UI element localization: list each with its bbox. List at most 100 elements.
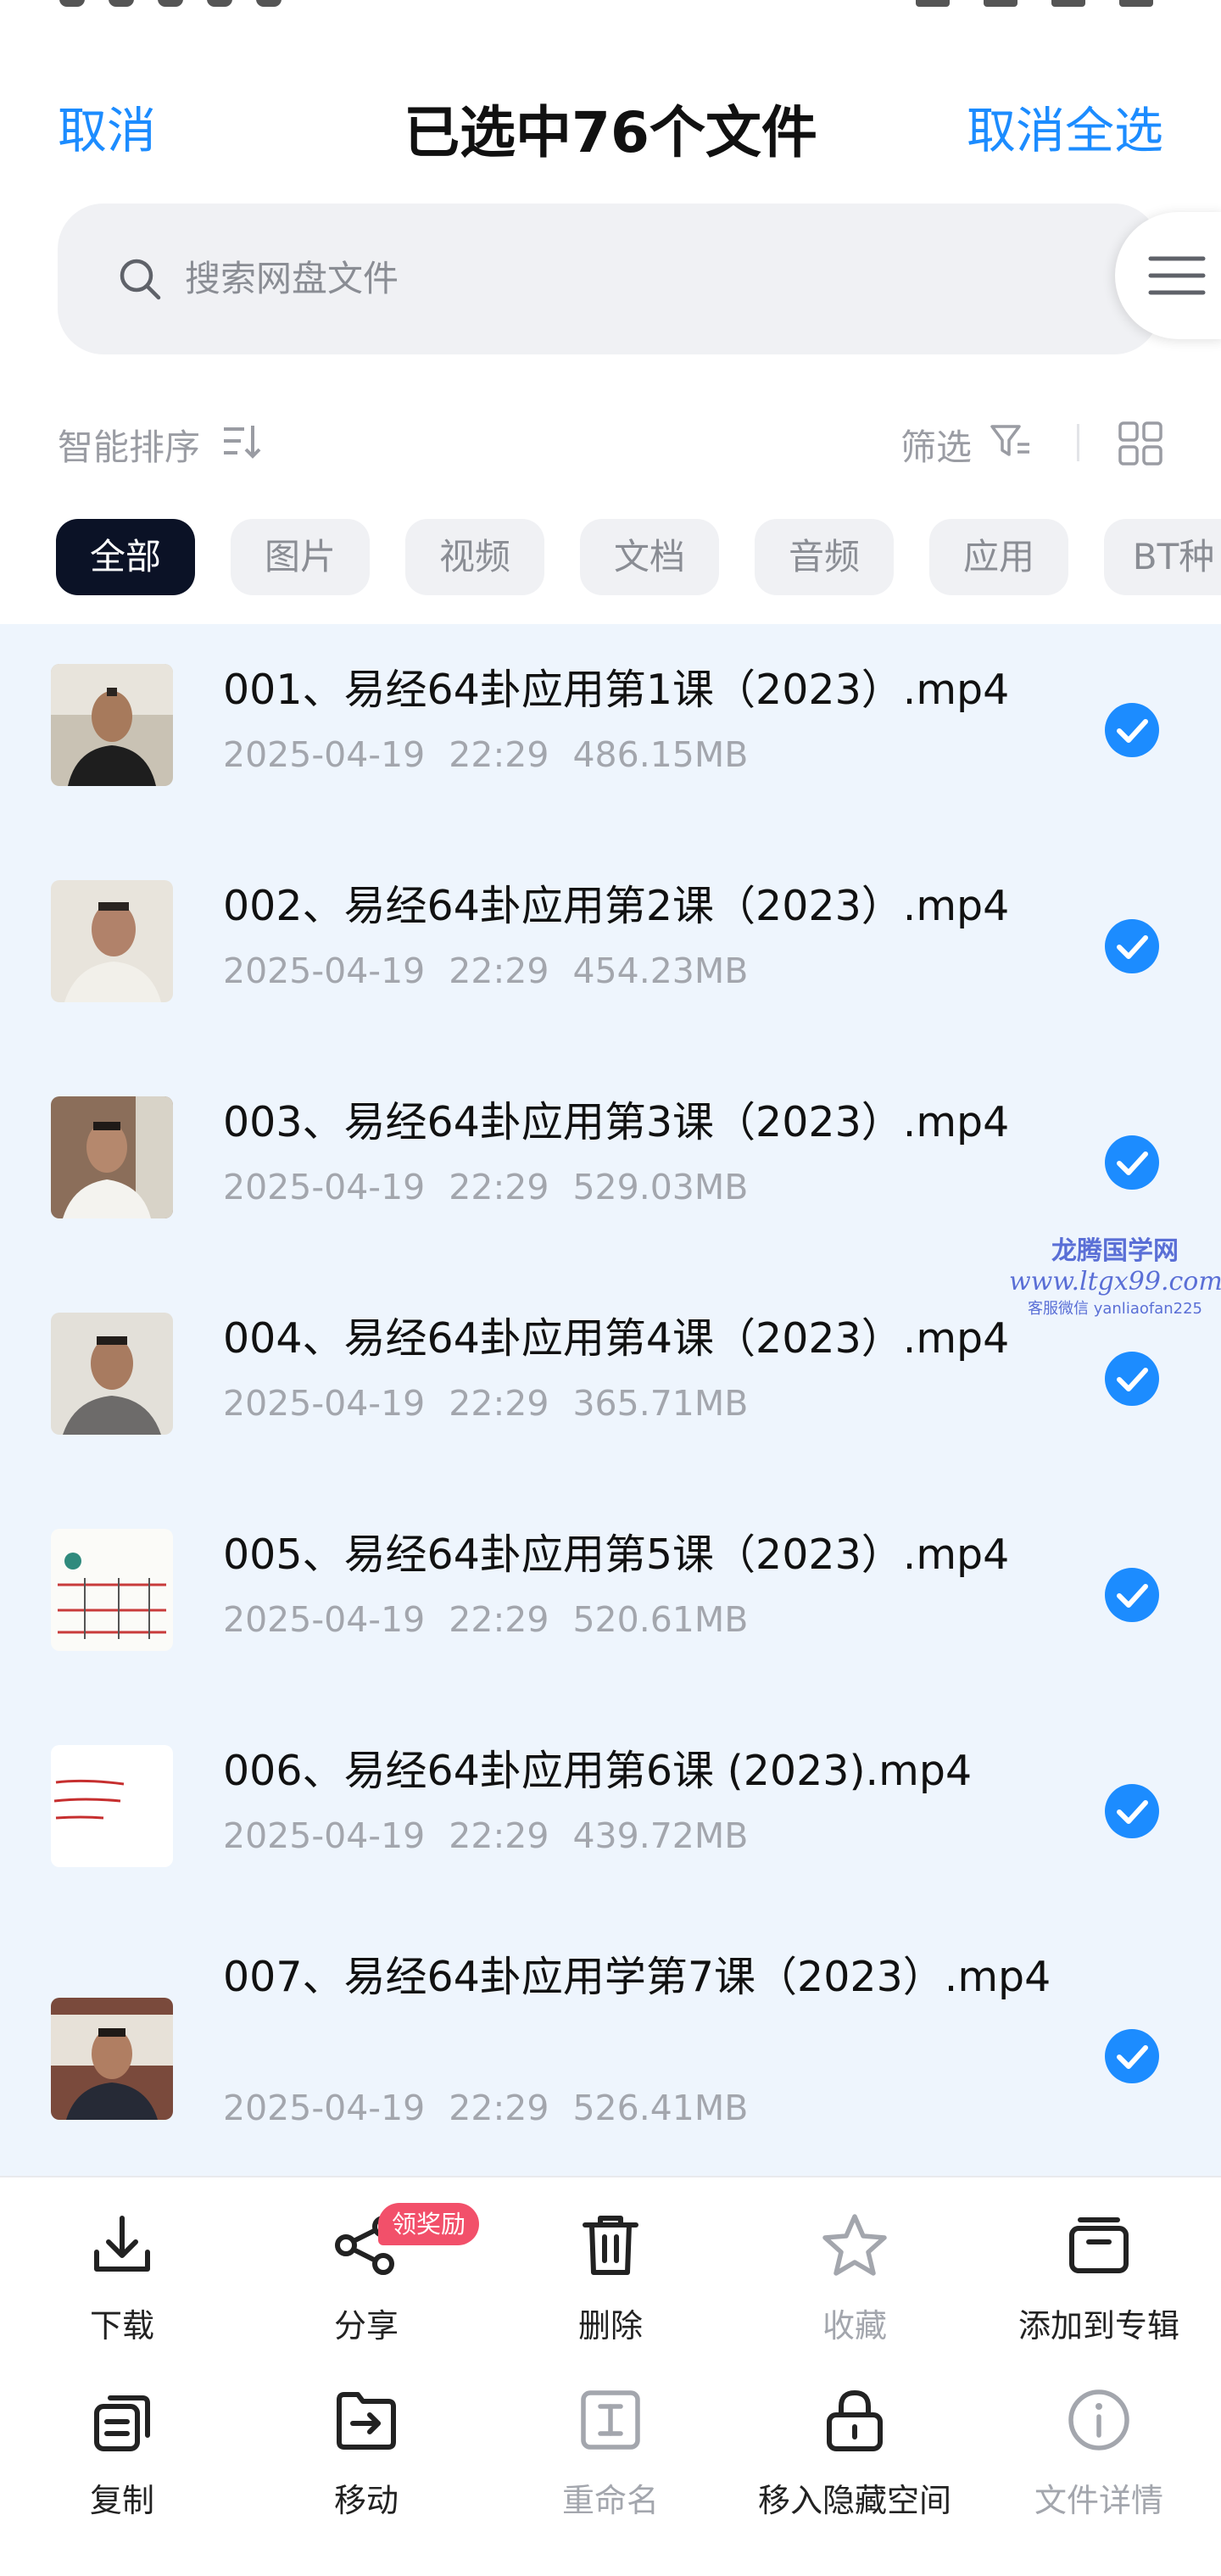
video-thumbnail — [51, 1745, 173, 1867]
file-date: 2025-04-19 — [223, 1383, 426, 1424]
search-bar — [58, 204, 1160, 354]
search-input[interactable] — [185, 248, 948, 309]
file-name: 001、易经64卦应用第1课（2023）.mp4 — [223, 666, 1010, 714]
file-details-label: 文件详情 — [1034, 2482, 1163, 2519]
search-icon — [120, 259, 161, 300]
copy-button[interactable]: 复制 — [0, 2379, 244, 2521]
file-date: 2025-04-19 — [223, 1167, 426, 1207]
reward-badge: 领奖励 — [378, 2203, 480, 2245]
checkbox-checked-icon[interactable] — [1104, 1783, 1160, 1839]
trash-icon — [583, 2216, 638, 2275]
divider — [1077, 424, 1079, 461]
checkbox-checked-icon[interactable] — [1104, 918, 1160, 974]
file-time: 22:29 — [449, 1599, 549, 1640]
copy-icon — [94, 2395, 150, 2451]
file-name: 007、易经64卦应用学第7课（2023）.mp4 — [223, 1953, 1051, 2001]
file-time: 22:29 — [449, 1383, 549, 1424]
watermark: 龙腾国学网 www.ltgx99.com 客服微信 yanliaofan225 — [1009, 1229, 1221, 1319]
file-date: 2025-04-19 — [223, 2088, 426, 2128]
filter-button[interactable]: 筛选 — [900, 419, 972, 471]
tab-bt[interactable]: BT种 — [1104, 519, 1221, 595]
file-time: 22:29 — [449, 1815, 549, 1856]
sort-filter-row: 智能排序 筛选 — [0, 407, 1221, 475]
file-meta: 2025-04-19 22:29 486.15MB — [223, 734, 772, 775]
status-icons-right — [890, 0, 1153, 8]
move-to-hidden-label: 移入隐藏空间 — [757, 2482, 951, 2519]
list-item[interactable]: 007、易经64卦应用学第7课（2023）.mp4 2025-04-19 22:2… — [0, 1921, 1221, 2176]
status-bar — [0, 0, 1221, 25]
rename-button[interactable]: 重命名 — [488, 2379, 733, 2521]
file-meta: 2025-04-19 22:29 526.41MB — [223, 2088, 772, 2128]
category-tabs: 全部 图片 视频 文档 音频 应用 BT种 — [56, 519, 1221, 595]
file-size: 454.23MB — [572, 951, 749, 991]
tab-images[interactable]: 图片 — [231, 519, 370, 595]
lock-icon — [827, 2389, 883, 2451]
file-size: 520.61MB — [572, 1599, 749, 1640]
file-size: 526.41MB — [572, 2088, 749, 2128]
file-details-button[interactable]: 文件详情 — [977, 2379, 1221, 2521]
rename-icon — [581, 2390, 640, 2450]
file-time: 22:29 — [449, 951, 549, 991]
file-name: 005、易经64卦应用第5课（2023）.mp4 — [223, 1531, 1010, 1579]
file-meta: 2025-04-19 22:29 454.23MB — [223, 951, 772, 991]
file-name: 003、易经64卦应用第3课（2023）.mp4 — [223, 1098, 1010, 1146]
video-thumbnail — [51, 1529, 173, 1651]
checkbox-checked-icon[interactable] — [1104, 1567, 1160, 1623]
file-time: 22:29 — [449, 734, 549, 775]
checkbox-checked-icon[interactable] — [1104, 2028, 1160, 2084]
delete-button[interactable]: 删除 — [488, 2205, 733, 2346]
file-name: 002、易经64卦应用第2课（2023）.mp4 — [223, 882, 1010, 930]
tab-all[interactable]: 全部 — [56, 519, 195, 595]
file-meta: 2025-04-19 22:29 365.71MB — [223, 1383, 772, 1424]
sort-icon — [224, 426, 261, 459]
star-icon — [822, 2214, 887, 2276]
grid-view-icon[interactable] — [1118, 421, 1163, 466]
share-label: 分享 — [333, 2307, 399, 2345]
delete-label: 删除 — [577, 2307, 643, 2345]
favorite-button[interactable]: 收藏 — [733, 2205, 977, 2346]
list-item[interactable]: 001、易经64卦应用第1课（2023）.mp4 2025-04-19 22:29… — [0, 624, 1221, 840]
tab-documents[interactable]: 文档 — [580, 519, 719, 595]
watermark-site-name: 龙腾国学网 — [1051, 1236, 1179, 1266]
file-meta: 2025-04-19 22:29 520.61MB — [223, 1599, 772, 1640]
copy-label: 复制 — [89, 2482, 154, 2519]
file-time: 22:29 — [449, 2088, 549, 2128]
checkbox-checked-icon[interactable] — [1104, 702, 1160, 758]
album-icon — [1069, 2217, 1129, 2273]
file-date: 2025-04-19 — [223, 1815, 426, 1856]
tab-audio[interactable]: 音频 — [755, 519, 894, 595]
file-size: 439.72MB — [572, 1815, 749, 1856]
file-name: 004、易经64卦应用第4课（2023）.mp4 — [223, 1314, 1010, 1363]
add-to-album-button[interactable]: 添加到专辑 — [977, 2205, 1221, 2346]
file-time: 22:29 — [449, 1167, 549, 1207]
rename-label: 重命名 — [561, 2482, 659, 2519]
add-to-album-label: 添加到专辑 — [1018, 2307, 1179, 2345]
deselect-all-button[interactable]: 取消全选 — [967, 91, 1163, 162]
download-icon — [94, 2216, 150, 2272]
checkbox-checked-icon[interactable] — [1104, 1135, 1160, 1190]
file-date: 2025-04-19 — [223, 951, 426, 991]
sort-button[interactable]: 智能排序 — [58, 419, 200, 471]
video-thumbnail — [51, 664, 173, 786]
video-thumbnail — [51, 880, 173, 1002]
checkbox-checked-icon[interactable] — [1104, 1351, 1160, 1407]
watermark-url: www.ltgx99.com — [1009, 1267, 1221, 1296]
download-label: 下载 — [89, 2307, 154, 2345]
move-button[interactable]: 移动 — [244, 2379, 488, 2521]
list-item[interactable]: 002、易经64卦应用第2课（2023）.mp4 2025-04-19 22:29… — [0, 840, 1221, 1057]
list-item[interactable]: 005、易经64卦应用第5课（2023）.mp4 2025-04-19 22:29… — [0, 1489, 1221, 1705]
favorite-label: 收藏 — [822, 2307, 887, 2345]
video-thumbnail — [51, 1998, 173, 2120]
file-list: 001、易经64卦应用第1课（2023）.mp4 2025-04-19 22:29… — [0, 624, 1221, 2176]
download-button[interactable]: 下载 — [0, 2205, 244, 2346]
list-item[interactable]: 006、易经64卦应用第6课 (2023).mp4 2025-04-19 22:2… — [0, 1705, 1221, 1921]
move-to-hidden-button[interactable]: 移入隐藏空间 — [733, 2379, 977, 2521]
file-size: 486.15MB — [572, 734, 749, 775]
info-icon — [1068, 2389, 1129, 2451]
tab-videos[interactable]: 视频 — [405, 519, 544, 595]
file-meta: 2025-04-19 22:29 529.03MB — [223, 1167, 772, 1207]
file-date: 2025-04-19 — [223, 1599, 426, 1640]
file-meta: 2025-04-19 22:29 439.72MB — [223, 1815, 772, 1856]
move-folder-icon — [337, 2392, 396, 2450]
tab-apps[interactable]: 应用 — [929, 519, 1068, 595]
